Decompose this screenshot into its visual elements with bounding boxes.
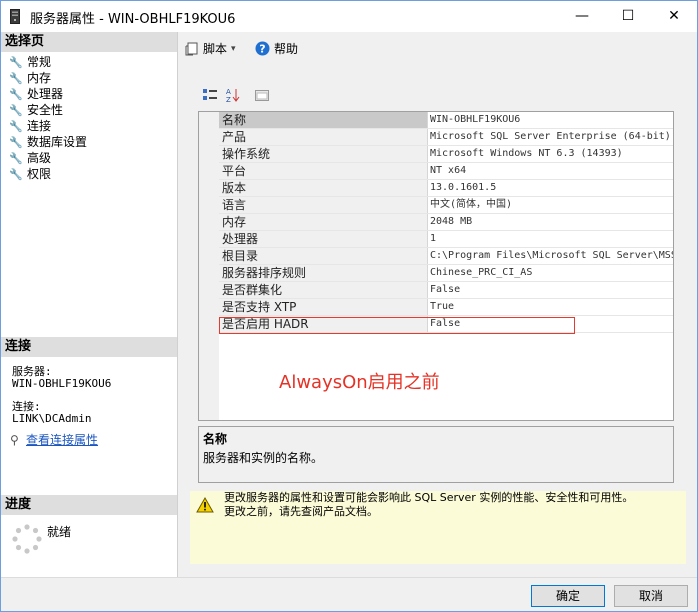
- property-value: 2048 MB: [430, 216, 473, 227]
- property-row[interactable]: 平台 NT x64: [219, 163, 673, 180]
- description-title: 名称: [203, 432, 228, 446]
- property-value: False: [430, 284, 461, 295]
- select-page-header: 选择页: [1, 32, 177, 52]
- wrench-icon: 🔧: [9, 72, 23, 85]
- connection-value: LINK\DCAdmin: [12, 412, 92, 425]
- wrench-icon: 🔧: [9, 136, 23, 149]
- view-connection-properties-link[interactable]: 查看连接属性: [26, 433, 98, 447]
- wrench-icon: 🔧: [9, 152, 23, 165]
- page-item-processors[interactable]: 🔧 处理器: [9, 86, 63, 102]
- property-value: Microsoft Windows NT 6.3 (14393): [430, 148, 623, 159]
- property-value: Chinese_PRC_CI_AS: [430, 267, 533, 278]
- annotation-text: AlwaysOn启用之前: [279, 372, 440, 393]
- help-icon: ?: [255, 41, 270, 56]
- property-name: 是否群集化: [219, 282, 428, 298]
- property-row[interactable]: 版本 13.0.1601.5: [219, 180, 673, 197]
- warning-text: 更改服务器的属性和设置可能会影响此 SQL Server 实例的性能、安全性和可…: [224, 491, 634, 518]
- wrench-icon: 🔧: [9, 168, 23, 181]
- page-item-general[interactable]: 🔧 常规: [9, 54, 51, 70]
- property-name: 根目录: [219, 248, 428, 264]
- svg-text:?: ?: [259, 43, 265, 56]
- wrench-icon: 🔧: [9, 56, 23, 69]
- property-name: 语言: [219, 197, 428, 213]
- property-value: 13.0.1601.5: [430, 182, 497, 193]
- connection-plug-icon: ⚲: [10, 433, 19, 447]
- property-value: True: [430, 301, 455, 312]
- hadr-highlight-box: [219, 317, 575, 334]
- property-name: 产品: [219, 129, 428, 145]
- progress-spinner-icon: [12, 524, 42, 554]
- categorized-icon[interactable]: [200, 87, 220, 107]
- page-item-advanced[interactable]: 🔧 高级: [9, 150, 51, 166]
- property-value: WIN-OBHLF19KOU6: [430, 114, 521, 125]
- property-row[interactable]: 内存 2048 MB: [219, 214, 673, 231]
- wrench-icon: 🔧: [9, 104, 23, 117]
- property-row[interactable]: 产品 Microsoft SQL Server Enterprise (64-bi…: [219, 129, 673, 146]
- property-name: 内存: [219, 214, 428, 230]
- server-icon: [10, 9, 20, 24]
- property-row[interactable]: 语言 中文(简体，中国): [219, 197, 673, 214]
- property-name: 平台: [219, 163, 428, 179]
- connection-header: 连接: [1, 337, 177, 357]
- property-name: 名称: [219, 112, 428, 128]
- sort-alphabetical-icon[interactable]: AZ: [223, 87, 243, 107]
- property-name: 服务器排序规则: [219, 265, 428, 281]
- description-text: 服务器和实例的名称。: [203, 451, 324, 465]
- property-value: C:\Program Files\Microsoft SQL Server\MS…: [430, 250, 674, 261]
- progress-status: 就绪: [47, 525, 72, 539]
- property-value: 1: [430, 233, 437, 244]
- property-name: 是否支持 XTP: [219, 299, 428, 315]
- property-value: 中文(简体，中国): [430, 199, 513, 210]
- property-value: Microsoft SQL Server Enterprise (64-bit): [430, 131, 671, 142]
- wrench-icon: 🔧: [9, 120, 23, 133]
- property-row[interactable]: 是否群集化 False: [219, 282, 673, 299]
- property-row[interactable]: 处理器 1: [219, 231, 673, 248]
- close-button[interactable]: ✕: [651, 1, 697, 32]
- svg-text:Z: Z: [226, 96, 231, 103]
- ok-button[interactable]: 确定: [531, 585, 605, 607]
- svg-text:A: A: [226, 88, 231, 96]
- page-item-security[interactable]: 🔧 安全性: [9, 102, 63, 118]
- page-item-database-settings[interactable]: 🔧 数据库设置: [9, 134, 87, 150]
- property-row[interactable]: 名称 WIN-OBHLF19KOU6: [219, 112, 673, 129]
- window-title: 服务器属性 - WIN-OBHLF19KOU6: [30, 12, 236, 27]
- property-value: NT x64: [430, 165, 467, 176]
- property-name: 处理器: [219, 231, 428, 247]
- cancel-button[interactable]: 取消: [614, 585, 688, 607]
- toolbar: 脚本 ▾ ? 帮助: [179, 32, 697, 66]
- left-pane: 选择页 🔧 常规 🔧 内存 🔧 处理器 🔧 安全性 🔧 连接 🔧 数据库设置 🔧 高级 🔧 权限…: [1, 32, 178, 577]
- property-row[interactable]: 根目录 C:\Program Files\Microsoft SQL Server…: [219, 248, 674, 265]
- server-value: WIN-OBHLF19KOU6: [12, 377, 112, 390]
- property-row[interactable]: 服务器排序规则 Chinese_PRC_CI_AS: [219, 265, 673, 282]
- server-properties-dialog: 服务器属性 - WIN-OBHLF19KOU6 — ☐ ✕ 选择页 🔧 常规 🔧 内…: [0, 0, 698, 612]
- help-button[interactable]: ? 帮助: [255, 40, 298, 57]
- warning-icon: [196, 497, 214, 513]
- progress-header: 进度: [1, 495, 177, 515]
- page-item-memory[interactable]: 🔧 内存: [9, 70, 51, 86]
- property-row[interactable]: 是否支持 XTP True: [219, 299, 673, 316]
- property-name: 版本: [219, 180, 428, 196]
- maximize-button[interactable]: ☐: [605, 1, 651, 32]
- page-item-connections[interactable]: 🔧 连接: [9, 118, 51, 134]
- property-row[interactable]: 操作系统 Microsoft Windows NT 6.3 (14393): [219, 146, 673, 163]
- button-bar: 确定 取消: [1, 577, 697, 611]
- property-name: 操作系统: [219, 146, 428, 162]
- minimize-button[interactable]: —: [559, 1, 605, 32]
- page-item-permissions[interactable]: 🔧 权限: [9, 166, 51, 182]
- script-icon: [185, 42, 198, 55]
- description-panel: 名称 服务器和实例的名称。: [198, 426, 674, 483]
- script-button[interactable]: 脚本 ▾: [185, 40, 236, 57]
- property-pages-icon[interactable]: [252, 87, 272, 107]
- warning-panel: 更改服务器的属性和设置可能会影响此 SQL Server 实例的性能、安全性和可…: [190, 491, 686, 564]
- wrench-icon: 🔧: [9, 88, 23, 101]
- title-bar: 服务器属性 - WIN-OBHLF19KOU6 — ☐ ✕: [1, 1, 697, 32]
- chevron-down-icon: ▾: [231, 43, 236, 54]
- view-connection-properties[interactable]: ⚲ 查看连接属性: [10, 431, 98, 448]
